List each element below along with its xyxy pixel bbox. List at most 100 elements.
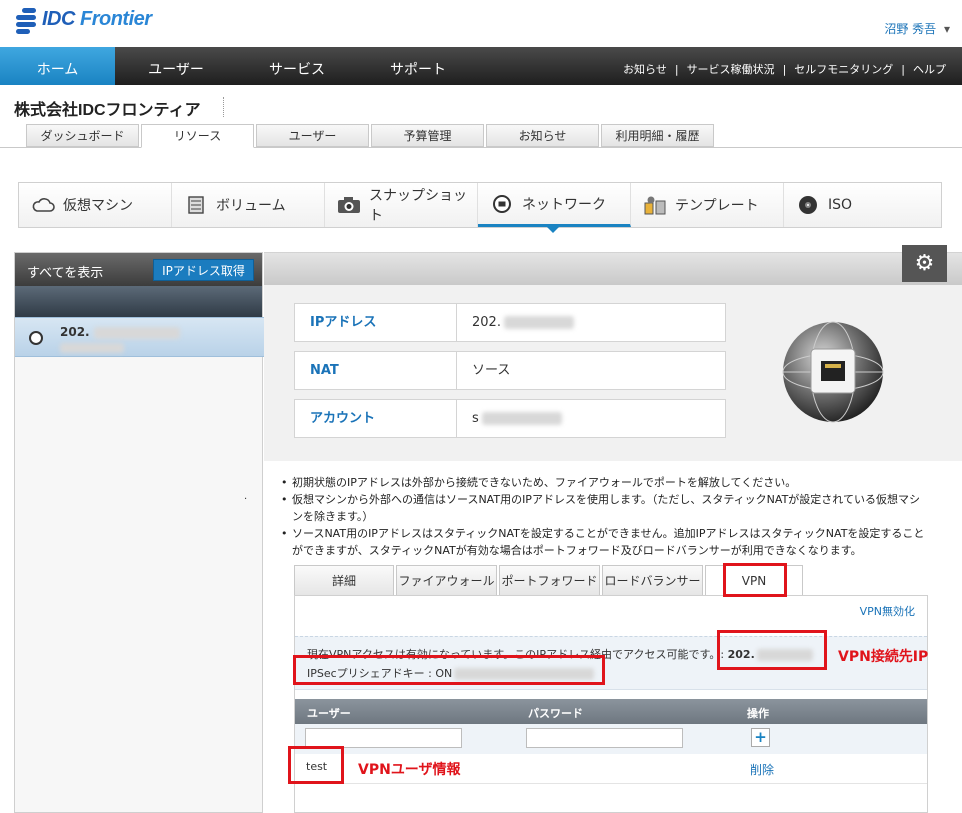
vpn-status-text: 現在VPNアクセスは有効になっています。このIPアドレス経由でアクセス可能です。… [307, 646, 813, 662]
link-news[interactable]: お知らせ [619, 63, 671, 76]
logo-text-b: Frontier [80, 7, 152, 30]
tab-volumes[interactable]: ボリューム [172, 183, 325, 227]
sub-tabs: ダッシュボード リソース ユーザー 予算管理 お知らせ 利用明細・履歴 [26, 124, 716, 148]
annotation-vpn-ip: VPN接続先IP [838, 649, 929, 665]
network-icon [490, 194, 514, 214]
tab-users[interactable]: ユーザー [256, 124, 369, 147]
redacted-value [481, 412, 562, 425]
detail-tabs: 詳細 ファイアウォール ポートフォワード ロードバランサー VPN [294, 565, 805, 596]
link-self-monitoring[interactable]: セルフモニタリング [790, 63, 897, 76]
tab-network[interactable]: ネットワーク [478, 183, 631, 233]
vpn-status-message: 現在VPNアクセスは有効になっています。このIPアドレス経由でアクセス可能です。… [307, 648, 725, 661]
network-globe-icon [782, 321, 884, 423]
logo-text: IDC Frontier [42, 8, 152, 31]
nav-home[interactable]: ホーム [0, 47, 115, 85]
tab-load-balancer[interactable]: ロードバランサー [602, 565, 703, 595]
nat-value: ソース [472, 363, 511, 378]
tab-billing-history[interactable]: 利用明細・履歴 [601, 124, 714, 147]
detail-row-ip: IPアドレス 202. [294, 303, 726, 342]
ip-label: IPアドレス [295, 304, 457, 341]
tab-iso[interactable]: ISO [784, 183, 937, 227]
tab-label: ボリューム [216, 198, 286, 214]
nav-links: お知らせ | サービス稼働状況 | セルフモニタリング | ヘルプ [619, 61, 950, 77]
logo-mark-icon [16, 6, 38, 34]
annotation-vpn-user: VPNユーザ情報 [358, 762, 461, 778]
col-password: パスワード [528, 707, 583, 720]
vpn-status-ip: 202. [727, 648, 755, 661]
redacted-value [60, 343, 124, 353]
account-label: アカウント [295, 400, 457, 437]
account-value-prefix: s [472, 411, 479, 426]
nav-users[interactable]: ユーザー [115, 47, 237, 85]
tab-label: 仮想マシン [63, 198, 133, 214]
link-sep: | [901, 63, 905, 76]
vpn-status-box: 現在VPNアクセスは有効になっています。このIPアドレス経由でアクセス可能です。… [295, 636, 927, 690]
detail-header [264, 252, 962, 285]
delete-user-link[interactable]: 削除 [750, 761, 774, 778]
network-icon [29, 331, 43, 345]
tab-resources[interactable]: リソース [141, 124, 254, 148]
tab-templates[interactable]: テンプレート [631, 183, 784, 227]
get-ip-button[interactable]: IPアドレス取得 [153, 259, 254, 281]
ip-prefix: 202. [60, 325, 90, 339]
col-action: 操作 [747, 707, 769, 720]
detail-row-account: アカウント s [294, 399, 726, 438]
idc-frontier-logo[interactable]: IDC Frontier [16, 6, 152, 34]
detail-row-nat: NAT ソース [294, 351, 726, 390]
tab-snapshots[interactable]: スナップショット [325, 183, 478, 227]
tab-budget[interactable]: 予算管理 [371, 124, 484, 147]
account-value: s [457, 400, 562, 437]
tab-label: テンプレート [675, 198, 759, 214]
tab-details[interactable]: 詳細 [294, 565, 394, 595]
add-user-button[interactable]: + [751, 728, 770, 747]
disc-icon [796, 195, 820, 215]
template-icon [643, 195, 667, 215]
company-name: 株式会社IDCフロンティア [14, 102, 201, 119]
top-bar: IDC Frontier 沼野 秀吾 ▾ [0, 0, 962, 47]
note-item: 仮想マシンから外部への通信はソースNAT用のIPアドレスを使用します。（ただし、… [278, 491, 928, 525]
tab-virtual-machines[interactable]: 仮想マシン [19, 183, 172, 227]
redacted-value [93, 326, 180, 339]
vpn-user-table-header: ユーザー パスワード 操作 [295, 699, 927, 724]
vpn-panel: VPN無効化 現在VPNアクセスは有効になっています。このIPアドレス経由でアク… [294, 595, 928, 813]
ip-address: 202. [60, 325, 180, 353]
vpn-disable-link[interactable]: VPN無効化 [860, 603, 915, 619]
link-help[interactable]: ヘルプ [909, 63, 950, 76]
tab-label: ネットワーク [522, 196, 606, 213]
redacted-value [756, 649, 813, 661]
resource-tabs: 仮想マシン ボリューム スナップショット ネットワーク テンプレート ISO [18, 182, 942, 233]
redacted-value [503, 316, 574, 329]
divider [223, 97, 224, 117]
redacted-value [454, 668, 595, 680]
nav-support[interactable]: サポート [357, 47, 479, 85]
link-sep: | [674, 63, 679, 76]
gear-icon[interactable]: ⚙ [902, 245, 947, 282]
logo-text-a: IDC [42, 7, 80, 30]
main-nav: ホーム ユーザー サービス サポート お知らせ | サービス稼働状況 | セルフモニタリ… [0, 47, 962, 85]
link-service-status[interactable]: サービス稼働状況 [683, 63, 779, 76]
new-password-input[interactable] [526, 728, 683, 748]
list-item[interactable]: 202. [15, 317, 287, 359]
ip-value-prefix: 202. [472, 315, 501, 330]
sidebar-filter-bar [15, 286, 262, 318]
ip-value: 202. [457, 304, 574, 341]
tab-port-forward[interactable]: ポートフォワード [499, 565, 600, 595]
vpn-user-name: test [306, 760, 328, 773]
tab-news[interactable]: お知らせ [486, 124, 599, 147]
sidebar-header: すべてを表示 IPアドレス取得 [15, 253, 262, 286]
cloud-icon [31, 195, 55, 215]
notes-list: 初期状態のIPアドレスは外部から接続できないため、ファイアウォールでポートを解放… [278, 474, 928, 559]
vpn-add-user-row: + [295, 724, 927, 754]
volume-icon [184, 195, 208, 215]
show-all-link[interactable]: すべてを表示 [27, 262, 103, 281]
psk-text: IPSecプリシェアドキー : ON [307, 665, 595, 681]
tab-dashboard[interactable]: ダッシュボード [26, 124, 139, 147]
tab-label: スナップショット [369, 188, 467, 224]
chevron-down-icon: ▾ [943, 22, 950, 36]
nav-services[interactable]: サービス [237, 47, 357, 85]
tab-firewall[interactable]: ファイアウォール [396, 565, 497, 595]
user-menu[interactable]: 沼野 秀吾 ▾ [884, 20, 950, 37]
tab-vpn[interactable]: VPN [705, 565, 803, 596]
tab-label: ISO [828, 197, 853, 213]
new-user-input[interactable] [305, 728, 462, 748]
